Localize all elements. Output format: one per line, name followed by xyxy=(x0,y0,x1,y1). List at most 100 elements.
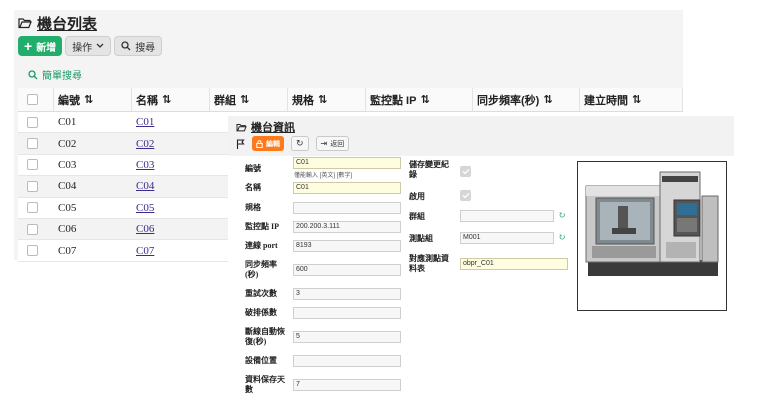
sort-icon: ⇅ xyxy=(84,94,94,106)
lock-icon xyxy=(256,139,263,148)
code-cell: C06 xyxy=(58,223,77,236)
point-group-label: 測點組 xyxy=(409,234,433,243)
detail-title-text: 機台資訊 xyxy=(251,122,295,134)
reload-button[interactable]: ↻ xyxy=(291,136,309,151)
row-checkbox-cell xyxy=(18,219,54,239)
code-cell: C05 xyxy=(58,201,77,214)
sort-icon: ⇅ xyxy=(632,94,642,106)
point-group-input[interactable]: M001 xyxy=(460,232,554,244)
folder-open-icon xyxy=(236,123,247,132)
name-cell: C07 xyxy=(132,240,210,260)
code-cell: C02 xyxy=(58,137,77,150)
select-all-cell xyxy=(18,88,54,111)
simple-search-toggle[interactable]: 簡單搜尋 xyxy=(28,67,82,82)
code-hint: 僅能輸入 [英文] [數字] xyxy=(294,173,353,179)
reconnect-input[interactable]: 5 xyxy=(293,331,401,343)
machine-link[interactable]: C03 xyxy=(136,159,154,171)
row-checkbox[interactable] xyxy=(27,116,38,128)
reconnect-label: 斷線自動恢 復(秒) xyxy=(245,327,285,346)
port-label: 連線 port xyxy=(245,241,278,250)
code-cell: C04 xyxy=(58,180,77,193)
column-header-code[interactable]: 編號 ⇅ xyxy=(54,88,132,111)
enabled-checkbox[interactable] xyxy=(460,190,471,201)
add-button[interactable]: + 新增 xyxy=(18,36,63,56)
sort-icon: ⇅ xyxy=(240,94,250,106)
group-input[interactable] xyxy=(460,210,554,222)
search-button[interactable]: 搜尋 xyxy=(114,36,163,56)
code-label: 編號 xyxy=(245,164,261,173)
search-icon xyxy=(121,41,131,51)
flag-icon[interactable] xyxy=(236,138,245,149)
sort-icon: ⇅ xyxy=(162,94,172,106)
sort-icon: ⇅ xyxy=(318,94,328,106)
retry-label: 重試次數 xyxy=(245,289,277,298)
name-cell: C06 xyxy=(132,219,210,239)
name-cell: C01 xyxy=(132,112,210,132)
detail-title: 機台資訊 xyxy=(236,119,295,135)
folder-open-icon xyxy=(18,17,32,29)
enabled-label: 啟用 xyxy=(409,192,425,201)
detail-toolbar: 編輯 ↻ ⇥ 返回 xyxy=(236,136,350,151)
row-checkbox-cell xyxy=(18,176,54,196)
exit-icon: ⇥ xyxy=(320,139,328,148)
spec-input[interactable] xyxy=(293,202,401,214)
search-icon xyxy=(28,69,38,80)
group-label: 群組 xyxy=(409,212,425,221)
location-input[interactable] xyxy=(293,355,401,367)
row-checkbox-cell xyxy=(18,112,54,132)
sync-label: 同步頻率 (秒) xyxy=(245,260,277,279)
row-checkbox-cell xyxy=(18,240,54,260)
actions-dropdown[interactable]: 操作 xyxy=(65,36,112,56)
column-header-ip[interactable]: 監控點 IP ⇅ xyxy=(366,88,473,111)
select-all-checkbox[interactable] xyxy=(27,94,38,105)
table-header: 編號 ⇅ 名稱 ⇅ 群組 ⇅ 規格 ⇅ 監控點 IP ⇅ 同步頻率(秒) ⇅ 建立時間 ⇅ xyxy=(18,88,683,112)
retry-input[interactable]: 3 xyxy=(293,288,401,300)
machine-link[interactable]: C05 xyxy=(136,202,154,214)
row-checkbox[interactable] xyxy=(27,180,38,192)
code-cell: C03 xyxy=(58,158,77,171)
refresh-icon: ↻ xyxy=(296,138,304,148)
page-title-text: 機台列表 xyxy=(37,16,98,33)
point-group-refresh-icon[interactable]: ↻ xyxy=(558,232,566,243)
edit-button[interactable]: 編輯 xyxy=(252,136,284,151)
page-title: 機台列表 xyxy=(18,12,97,34)
machine-detail-panel: 機台資訊 編輯 ↻ ⇥ 返回 編號 C01 僅能輸入 [英文] [數字] 名稱 … xyxy=(228,116,734,402)
column-header-spec[interactable]: 規格 ⇅ xyxy=(288,88,366,111)
row-checkbox[interactable] xyxy=(27,159,38,171)
row-checkbox[interactable] xyxy=(27,223,38,235)
column-header-group[interactable]: 群組 ⇅ xyxy=(210,88,288,111)
break-coefficient-label: 破排係數 xyxy=(245,308,277,317)
group-refresh-icon[interactable]: ↻ xyxy=(558,210,566,221)
sync-input[interactable]: 600 xyxy=(293,264,401,276)
list-toolbar: + 新增 操作 搜尋 xyxy=(18,36,163,56)
sort-icon: ⇅ xyxy=(420,94,430,106)
sort-icon: ⇅ xyxy=(543,94,553,106)
ip-label: 監控點 IP xyxy=(245,222,279,231)
row-checkbox[interactable] xyxy=(27,245,38,257)
location-label: 設備位置 xyxy=(245,356,277,365)
port-input[interactable]: 8193 xyxy=(293,240,401,252)
column-header-created[interactable]: 建立時間 ⇅ xyxy=(580,88,683,111)
machine-photo xyxy=(577,161,727,311)
machine-link[interactable]: C02 xyxy=(136,138,154,150)
code-input[interactable]: C01 xyxy=(293,157,401,169)
row-checkbox[interactable] xyxy=(27,202,38,214)
machine-link[interactable]: C01 xyxy=(136,116,154,128)
machine-link[interactable]: C07 xyxy=(136,245,154,257)
column-header-sync[interactable]: 同步頻率(秒) ⇅ xyxy=(473,88,580,111)
code-cell: C01 xyxy=(58,116,77,129)
machine-link[interactable]: C06 xyxy=(136,223,154,235)
machine-link[interactable]: C04 xyxy=(136,180,154,192)
back-button[interactable]: ⇥ 返回 xyxy=(315,136,350,151)
spec-label: 規格 xyxy=(245,203,261,212)
map-table-input[interactable]: obpr_C01 xyxy=(460,258,568,270)
row-checkbox[interactable] xyxy=(27,138,38,150)
column-header-name[interactable]: 名稱 ⇅ xyxy=(132,88,210,111)
ip-input[interactable]: 200.200.3.111 xyxy=(293,221,401,233)
retain-days-input[interactable]: 7 xyxy=(293,379,401,391)
name-cell: C02 xyxy=(132,133,210,153)
name-input[interactable]: C01 xyxy=(293,182,401,194)
name-cell: C04 xyxy=(132,176,210,196)
store-log-checkbox[interactable] xyxy=(460,166,471,177)
break-coefficient-input[interactable] xyxy=(293,307,401,319)
